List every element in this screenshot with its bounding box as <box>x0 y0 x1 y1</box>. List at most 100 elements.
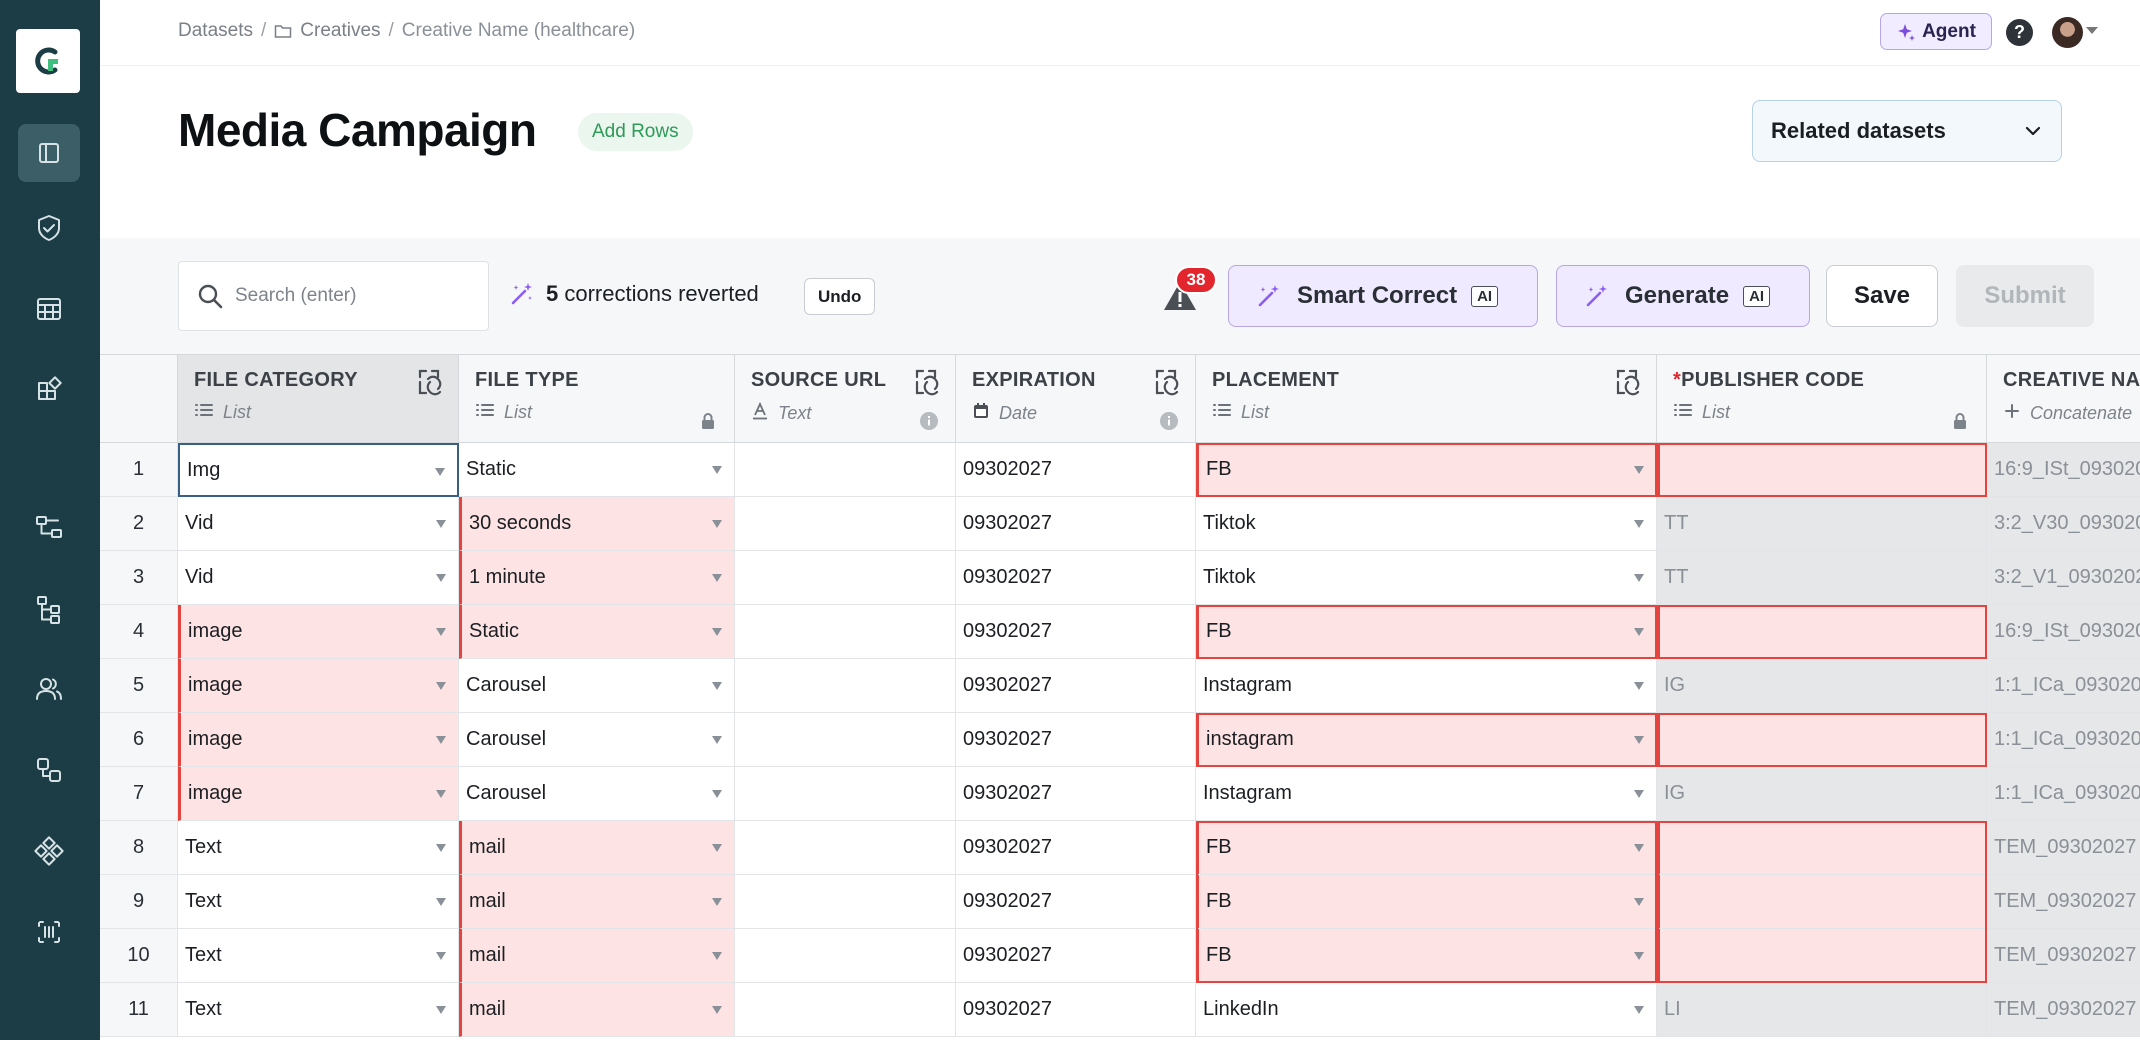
table-cell[interactable] <box>735 605 956 659</box>
table-cell[interactable]: TEM_09302027 <box>1987 929 2140 983</box>
table-cell[interactable]: FB <box>1196 605 1657 659</box>
table-cell[interactable]: mail <box>459 875 735 929</box>
dropdown-arrow-icon[interactable] <box>712 844 722 852</box>
sidebar-item-security[interactable] <box>18 199 80 257</box>
column-header-creative-name[interactable]: CREATIVE NAME Concatenate <box>1987 355 2140 443</box>
table-cell[interactable]: 1 minute <box>459 551 735 605</box>
dropdown-arrow-icon[interactable] <box>712 466 722 474</box>
dropdown-arrow-icon[interactable] <box>436 952 446 960</box>
table-cell[interactable]: 09302027 <box>956 767 1196 821</box>
undo-button[interactable]: Undo <box>804 278 876 315</box>
dropdown-arrow-icon[interactable] <box>1634 1006 1644 1014</box>
table-cell[interactable]: image <box>178 713 459 767</box>
breadcrumb-folder[interactable]: Creatives <box>300 20 380 42</box>
generate-button[interactable]: Generate AI <box>1556 265 1810 327</box>
dropdown-arrow-icon[interactable] <box>1634 574 1644 582</box>
sidebar-item-integrations[interactable] <box>18 741 80 799</box>
breadcrumb-root[interactable]: Datasets <box>178 20 253 42</box>
table-cell[interactable]: 09302027 <box>956 821 1196 875</box>
dropdown-arrow-icon[interactable] <box>436 736 446 744</box>
dropdown-arrow-icon[interactable] <box>712 1006 722 1014</box>
dropdown-arrow-icon[interactable] <box>712 736 722 744</box>
table-cell[interactable] <box>1657 443 1987 497</box>
table-cell[interactable]: LI <box>1657 983 1987 1037</box>
save-button[interactable]: Save <box>1826 265 1938 327</box>
dropdown-arrow-icon[interactable] <box>1634 628 1644 636</box>
table-cell[interactable]: Static <box>459 443 735 497</box>
dropdown-arrow-icon[interactable] <box>1634 844 1644 852</box>
help-icon[interactable]: ? <box>2006 19 2033 46</box>
related-datasets-dropdown[interactable]: Related datasets <box>1752 100 2062 162</box>
dropdown-arrow-icon[interactable] <box>712 574 722 582</box>
info-icon[interactable] <box>1159 411 1179 431</box>
sidebar-item-hierarchy[interactable] <box>18 580 80 638</box>
dropdown-arrow-icon[interactable] <box>436 574 446 582</box>
dropdown-arrow-icon[interactable] <box>1634 466 1644 474</box>
table-cell[interactable]: 09302027 <box>956 443 1196 497</box>
submit-button[interactable]: Submit <box>1956 265 2094 327</box>
smart-correct-button[interactable]: Smart Correct AI <box>1228 265 1538 327</box>
table-cell[interactable] <box>735 767 956 821</box>
search-input[interactable] <box>235 285 475 307</box>
dropdown-arrow-icon[interactable] <box>712 898 722 906</box>
table-cell[interactable]: 09302027 <box>956 551 1196 605</box>
dropdown-arrow-icon[interactable] <box>1634 520 1644 528</box>
table-cell[interactable] <box>1657 605 1987 659</box>
sidebar-toggle-panel[interactable] <box>18 124 80 182</box>
table-cell[interactable] <box>1657 875 1987 929</box>
table-cell[interactable]: Instagram <box>1196 767 1657 821</box>
sidebar-item-components[interactable] <box>18 822 80 880</box>
table-cell[interactable]: FB <box>1196 929 1657 983</box>
table-cell[interactable]: FB <box>1196 875 1657 929</box>
dropdown-arrow-icon[interactable] <box>436 790 446 798</box>
table-cell[interactable]: 09302027 <box>956 605 1196 659</box>
dropdown-arrow-icon[interactable] <box>712 520 722 528</box>
table-cell[interactable] <box>1657 929 1987 983</box>
dropdown-arrow-icon[interactable] <box>1634 952 1644 960</box>
table-cell[interactable]: 1:1_ICa_09302027 <box>1987 767 2140 821</box>
table-cell[interactable]: instagram <box>1196 713 1657 767</box>
table-cell[interactable]: FB <box>1196 443 1657 497</box>
table-cell[interactable]: image <box>178 767 459 821</box>
chevron-down-icon[interactable] <box>2086 27 2098 34</box>
table-cell[interactable]: IG <box>1657 767 1987 821</box>
table-cell[interactable]: 1:1_ICa_09302027 <box>1987 713 2140 767</box>
sidebar-item-apps[interactable] <box>18 362 80 420</box>
agent-button[interactable]: Agent <box>1880 13 1992 50</box>
table-cell[interactable]: 16:9_ISt_09302027 <box>1987 605 2140 659</box>
dropdown-arrow-icon[interactable] <box>1634 736 1644 744</box>
table-cell[interactable]: FB <box>1196 821 1657 875</box>
table-cell[interactable]: Static <box>459 605 735 659</box>
table-cell[interactable] <box>735 713 956 767</box>
add-rows-button[interactable]: Add Rows <box>578 113 693 151</box>
column-header-source-url[interactable]: SOURCE URL Text <box>735 355 956 443</box>
dropdown-arrow-icon[interactable] <box>712 682 722 690</box>
dropdown-arrow-icon[interactable] <box>1634 898 1644 906</box>
table-cell[interactable]: TT <box>1657 551 1987 605</box>
table-cell[interactable] <box>735 821 956 875</box>
table-cell[interactable]: 16:9_ISt_09302027 <box>1987 443 2140 497</box>
column-header-file-category[interactable]: FILE CATEGORY List <box>178 355 459 443</box>
table-cell[interactable]: LinkedIn <box>1196 983 1657 1037</box>
dropdown-arrow-icon[interactable] <box>436 682 446 690</box>
table-cell[interactable]: 30 seconds <box>459 497 735 551</box>
dropdown-arrow-icon[interactable] <box>436 628 446 636</box>
link-column-icon[interactable] <box>911 367 941 397</box>
table-cell[interactable]: 09302027 <box>956 875 1196 929</box>
table-cell[interactable]: IG <box>1657 659 1987 713</box>
search-box[interactable] <box>178 261 489 331</box>
sidebar-item-users[interactable] <box>18 660 80 718</box>
table-cell[interactable]: TEM_09302027 <box>1987 875 2140 929</box>
table-cell[interactable]: Tiktok <box>1196 551 1657 605</box>
table-cell[interactable]: Vid <box>178 551 459 605</box>
avatar[interactable] <box>2052 17 2083 48</box>
table-cell[interactable]: Text <box>178 929 459 983</box>
table-cell[interactable] <box>735 983 956 1037</box>
table-cell[interactable] <box>735 497 956 551</box>
table-cell[interactable]: 3:2_V30_09302027 <box>1987 497 2140 551</box>
dropdown-arrow-icon[interactable] <box>712 952 722 960</box>
link-column-icon[interactable] <box>1151 367 1181 397</box>
column-header-expiration[interactable]: EXPIRATION Date <box>956 355 1196 443</box>
table-cell[interactable] <box>735 875 956 929</box>
table-cell[interactable]: 09302027 <box>956 713 1196 767</box>
